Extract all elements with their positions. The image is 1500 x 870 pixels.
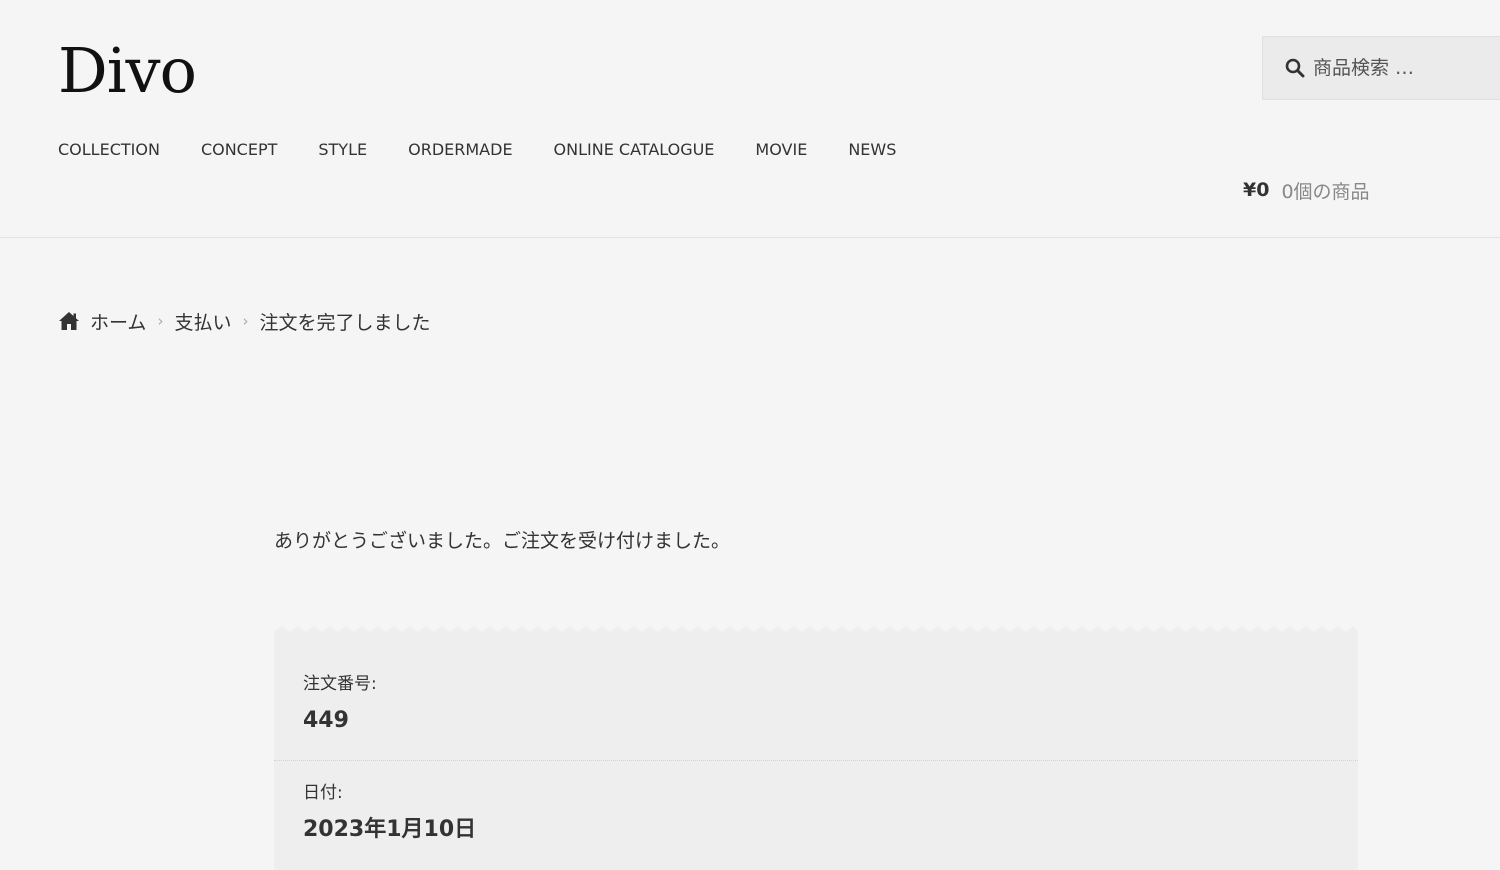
nav-item-online-catalogue[interactable]: ONLINE CATALOGUE: [554, 138, 715, 162]
nav-item-style[interactable]: STYLE: [318, 138, 367, 162]
breadcrumb-separator: ›: [242, 312, 249, 330]
nav-item-concept[interactable]: CONCEPT: [201, 138, 277, 162]
nav-item-movie[interactable]: MOVIE: [755, 138, 807, 162]
order-date-value: 2023年1月10日: [303, 817, 477, 842]
search-icon: [1285, 58, 1305, 78]
nav-item-ordermade[interactable]: ORDERMADE: [408, 138, 512, 162]
order-received-message: ありがとうございました。ご注文を受け付けました。: [274, 530, 731, 552]
order-number-label: 注文番号:: [303, 674, 377, 694]
search-input[interactable]: [1313, 57, 1493, 79]
overview-divider: [274, 760, 1358, 761]
page: Divo COLLECTION CONCEPT STYLE ORDERMADE …: [0, 0, 1500, 870]
breadcrumb-current: 注文を完了しました: [259, 311, 431, 334]
site-logo[interactable]: Divo: [58, 36, 197, 106]
breadcrumb-payment[interactable]: 支払い: [174, 308, 231, 335]
order-date: 日付: 2023年1月10日: [303, 781, 476, 845]
cart-link[interactable]: ¥0 0個の商品: [1243, 176, 1370, 204]
nav-item-collection[interactable]: COLLECTION: [58, 138, 160, 162]
zigzag-edge: [274, 626, 1358, 638]
header-divider: [0, 237, 1500, 238]
main-nav: COLLECTION CONCEPT STYLE ORDERMADE ONLIN…: [58, 138, 937, 162]
breadcrumb-home[interactable]: ホーム: [90, 308, 146, 335]
cart-amount: ¥0: [1243, 179, 1270, 201]
cart-count: 0個の商品: [1281, 180, 1370, 203]
order-number-value: 449: [303, 708, 349, 733]
order-overview: 注文番号: 449 日付: 2023年1月10日: [274, 626, 1358, 870]
nav-item-news[interactable]: NEWS: [848, 138, 896, 162]
breadcrumb: ホーム › 支払い › 注文を完了しました: [58, 306, 430, 336]
order-number: 注文番号: 449: [303, 672, 377, 736]
breadcrumb-separator: ›: [157, 312, 164, 330]
order-date-label: 日付:: [303, 783, 343, 803]
search-box[interactable]: [1262, 36, 1500, 100]
home-icon: [58, 311, 80, 331]
